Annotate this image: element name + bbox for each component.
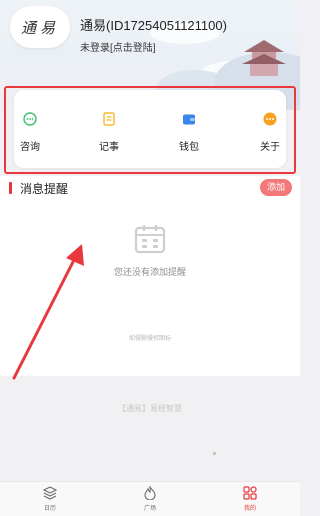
annotation-highlight-box	[4, 86, 296, 174]
section-accent-bar	[9, 182, 12, 194]
avatar-text: 通易	[20, 18, 59, 37]
nav-item-calendar[interactable]: 日历	[30, 486, 70, 512]
nav-label: 广场	[143, 506, 156, 512]
nav-item-square[interactable]: 广场	[130, 486, 170, 512]
nav-label: 我的	[243, 506, 256, 512]
brand-footer-text: 【通易】易经智慧	[118, 404, 182, 413]
nav-label: 日历	[43, 506, 56, 512]
empty-state-text: 您还没有添加提醒	[113, 267, 186, 277]
flame-icon	[144, 486, 156, 500]
pagoda-icon	[242, 40, 286, 76]
layers-icon	[43, 486, 57, 500]
add-reminder-button[interactable]: 添加	[260, 179, 292, 196]
avatar[interactable]: 通易	[10, 6, 70, 48]
message-reminder-section: 消息提醒 添加 您还没有添加提醒 如侵删侵权图标	[0, 176, 300, 376]
bottom-nav: 日历 广场 我的	[0, 481, 300, 516]
nav-item-mine[interactable]: 我的	[230, 486, 270, 512]
username: 通易(ID17254051121100)	[80, 18, 227, 33]
grid-icon	[243, 486, 257, 500]
calendar-icon	[134, 225, 166, 254]
section-title: 消息提醒	[20, 182, 69, 196]
login-link[interactable]: 未登录[点击登陆]	[80, 39, 156, 54]
indicator-dot	[213, 452, 216, 455]
icon-credit-text: 如侵删侵权图标	[128, 336, 171, 342]
